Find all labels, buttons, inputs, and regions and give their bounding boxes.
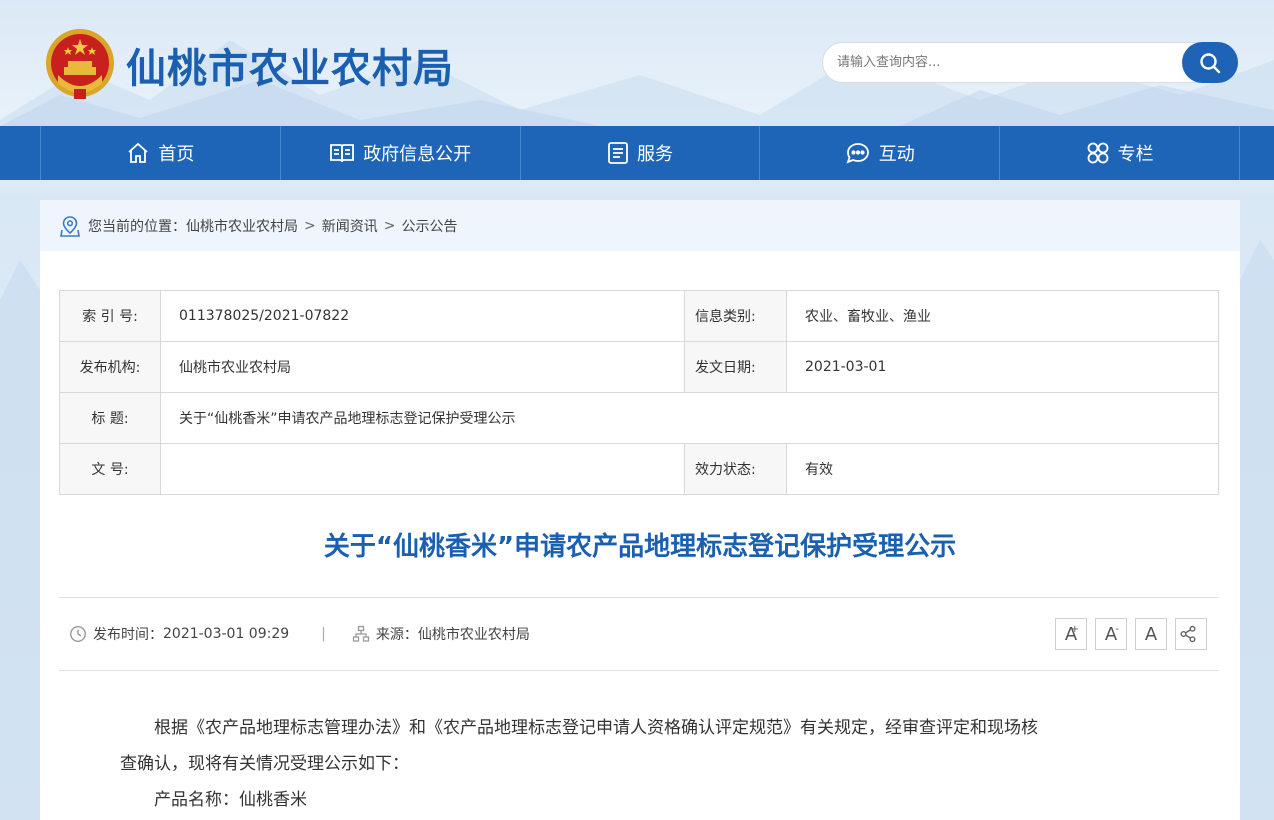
nav-item-home[interactable]: 首页 [40,126,280,180]
nav-item-label: 服务 [636,144,673,165]
font-reset-label: A [1144,623,1158,645]
doc-no-value [160,443,685,495]
nav-item-interact[interactable]: 互动 [759,126,999,180]
chat-icon [846,143,869,164]
title-value: 关于“仙桃香米”申请农产品地理标志登记保护受理公示 [160,392,1219,444]
breadcrumb-separator: > [304,217,316,234]
publish-time-label: 发布时间： [93,627,163,643]
status-value: 有效 [786,443,1219,495]
article-meta-bar: 发布时间： 2021-03-01 09:29 | 来源： 仙桃市农业农村局 A +… [59,597,1219,671]
breadcrumb-link-home[interactable]: 仙桃市农业农村局 [186,216,298,236]
doc-no-label: 文 号: [59,443,161,495]
category-label: 信息类别: [684,290,787,342]
publisher-label: 发布机构: [59,341,161,393]
clock-icon [69,625,87,643]
paragraph-1-line-1: 根据《农产品地理标志管理办法》和《农产品地理标志登记申请人资格确认评定规范》有关… [154,718,1038,738]
table-row: 文 号: 效力状态: 有效 [59,443,1219,495]
article-title: 关于“仙桃香米”申请农产品地理标志登记保护受理公示 [323,532,957,562]
grid-icon [1087,142,1108,164]
search-input[interactable] [837,43,1177,82]
home-icon [128,142,148,163]
table-row: 索 引 号: 011378025/2021-07822 信息类别: 农业、畜牧业… [59,290,1219,342]
date-value: 2021-03-01 [786,341,1219,393]
nav-item-label: 政府信息公开 [363,144,472,165]
paragraph-2: 产品名称：仙桃香米 [154,790,307,810]
national-emblem-icon [46,29,114,99]
publish-time: 2021-03-01 09:29 [163,626,290,642]
meta-divider: | [321,626,326,642]
nav-item-service[interactable]: 服务 [519,126,760,180]
nav-item-label: 专栏 [1117,144,1154,165]
breadcrumb: 您当前的位置： 仙桃市农业农村局 > 新闻资讯 > 公示公告 [40,200,1240,251]
article-tools: A + A- A [1055,618,1207,650]
site-title[interactable]: 仙桃市农业农村局 [126,36,454,94]
location-icon [60,215,80,237]
info-table: 索 引 号: 011378025/2021-07822 信息类别: 农业、畜牧业… [59,290,1219,495]
share-icon [1180,625,1196,643]
breadcrumb-link-notices[interactable]: 公示公告 [401,216,457,236]
font-decrease-button[interactable]: A- [1095,618,1127,650]
paragraph-1-line-2: 查确认，现将有关情况受理公示如下： [120,754,409,774]
share-button[interactable] [1175,618,1207,650]
nav-item-label: 首页 [158,144,195,165]
site-header: 仙桃市农业农村局 [0,0,1274,126]
category-value: 农业、畜牧业、渔业 [786,290,1219,342]
nav-item-column[interactable]: 专栏 [999,126,1240,180]
search-button[interactable] [1182,42,1238,83]
breadcrumb-prefix: 您当前的位置： [88,218,186,235]
search-icon [1200,52,1221,73]
book-icon [330,144,355,163]
main-content: 您当前的位置： 仙桃市农业农村局 > 新闻资讯 > 公示公告 索 引 号: 01… [40,200,1240,820]
article-body: 根据《农产品地理标志管理办法》和《农产品地理标志登记申请人资格确认评定规范》有关… [120,710,1150,818]
font-increase-button[interactable]: A + [1055,618,1087,650]
index-label: 索 引 号: [59,290,161,342]
search-box [822,42,1238,83]
status-label: 效力状态: [684,443,787,495]
date-label: 发文日期: [684,341,787,393]
table-row: 标 题: 关于“仙桃香米”申请农产品地理标志登记保护受理公示 [59,392,1219,444]
title-label: 标 题: [59,392,161,444]
breadcrumb-separator: > [383,217,396,234]
org-icon [352,625,370,642]
index-value: 011378025/2021-07822 [160,290,685,342]
font-reset-button[interactable]: A [1135,618,1167,650]
nav-item-gov-info[interactable]: 政府信息公开 [279,126,520,180]
publisher-value: 仙桃市农业农村局 [160,341,685,393]
main-nav: 首页 政府信息公开 服务 互动 专栏 [0,126,1274,180]
breadcrumb-link-news[interactable]: 新闻资讯 [322,216,378,236]
nav-item-label: 互动 [878,144,915,165]
source-label: 来源： [375,627,418,643]
list-icon [608,142,628,164]
table-row: 发布机构: 仙桃市农业农村局 发文日期: 2021-03-01 [59,341,1219,393]
source-value: 仙桃市农业农村局 [417,627,530,643]
